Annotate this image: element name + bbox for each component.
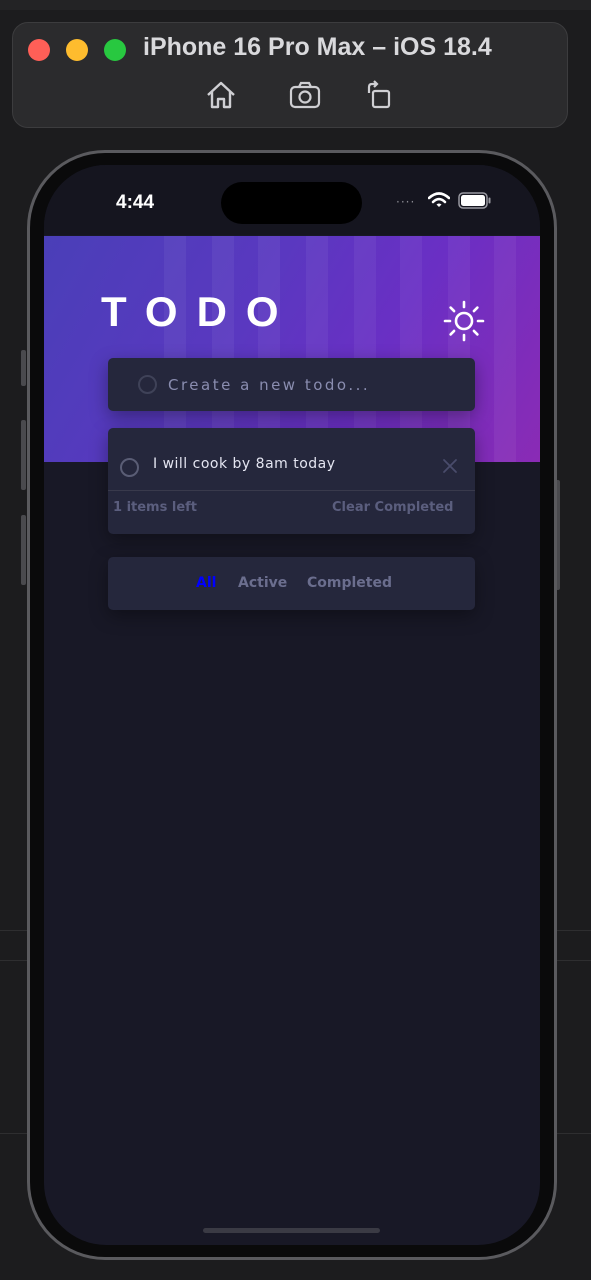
todo-divider (108, 490, 475, 491)
cellular-signal-icon: ···· (396, 195, 416, 209)
items-left-count: 1 items left (113, 500, 198, 515)
new-todo-card (108, 358, 475, 411)
close-window-button[interactable] (28, 39, 50, 61)
sun-icon (443, 300, 485, 342)
filter-bar: All Active Completed (108, 557, 475, 610)
phone-volume-up (21, 420, 26, 490)
screenshot-button[interactable] (288, 79, 322, 111)
todo-check-circle[interactable] (120, 458, 139, 477)
rotate-button[interactable] (363, 79, 397, 111)
todo-item[interactable]: I will cook by 8am today (108, 428, 475, 490)
filter-all[interactable]: All (196, 575, 216, 591)
minimize-window-button[interactable] (66, 39, 88, 61)
status-bar: 4:44 ···· (44, 165, 540, 235)
simulator-toolbar: iPhone 16 Pro Max – iOS 18.4 (12, 22, 568, 128)
app-title: TODO (101, 288, 298, 335)
clear-completed-button[interactable]: Clear Completed (332, 500, 453, 515)
screenshot-icon (289, 81, 321, 109)
battery-icon (458, 192, 491, 209)
theme-toggle-button[interactable] (442, 299, 486, 343)
rotate-icon (367, 80, 391, 109)
wifi-icon (428, 192, 450, 207)
todo-item-text: I will cook by 8am today (153, 456, 336, 472)
status-time: 4:44 (116, 192, 155, 213)
dynamic-island (221, 182, 362, 224)
home-button[interactable] (204, 79, 238, 111)
phone-volume-down (21, 515, 26, 585)
delete-todo-button[interactable] (440, 456, 460, 476)
filter-active[interactable]: Active (238, 575, 287, 591)
todo-list-card: I will cook by 8am today 1 items left Cl… (108, 428, 475, 534)
new-todo-input[interactable] (168, 373, 458, 397)
new-todo-check-circle[interactable] (138, 375, 157, 394)
simulator-title: iPhone 16 Pro Max – iOS 18.4 (143, 33, 492, 61)
filter-completed[interactable]: Completed (307, 575, 392, 591)
home-icon (207, 81, 235, 109)
phone-action-button (21, 350, 26, 386)
zoom-window-button[interactable] (104, 39, 126, 61)
phone-screen: 4:44 ···· TODO Create a new todo... I wi… (44, 165, 540, 1245)
home-indicator[interactable] (203, 1228, 380, 1233)
close-icon (443, 459, 457, 473)
